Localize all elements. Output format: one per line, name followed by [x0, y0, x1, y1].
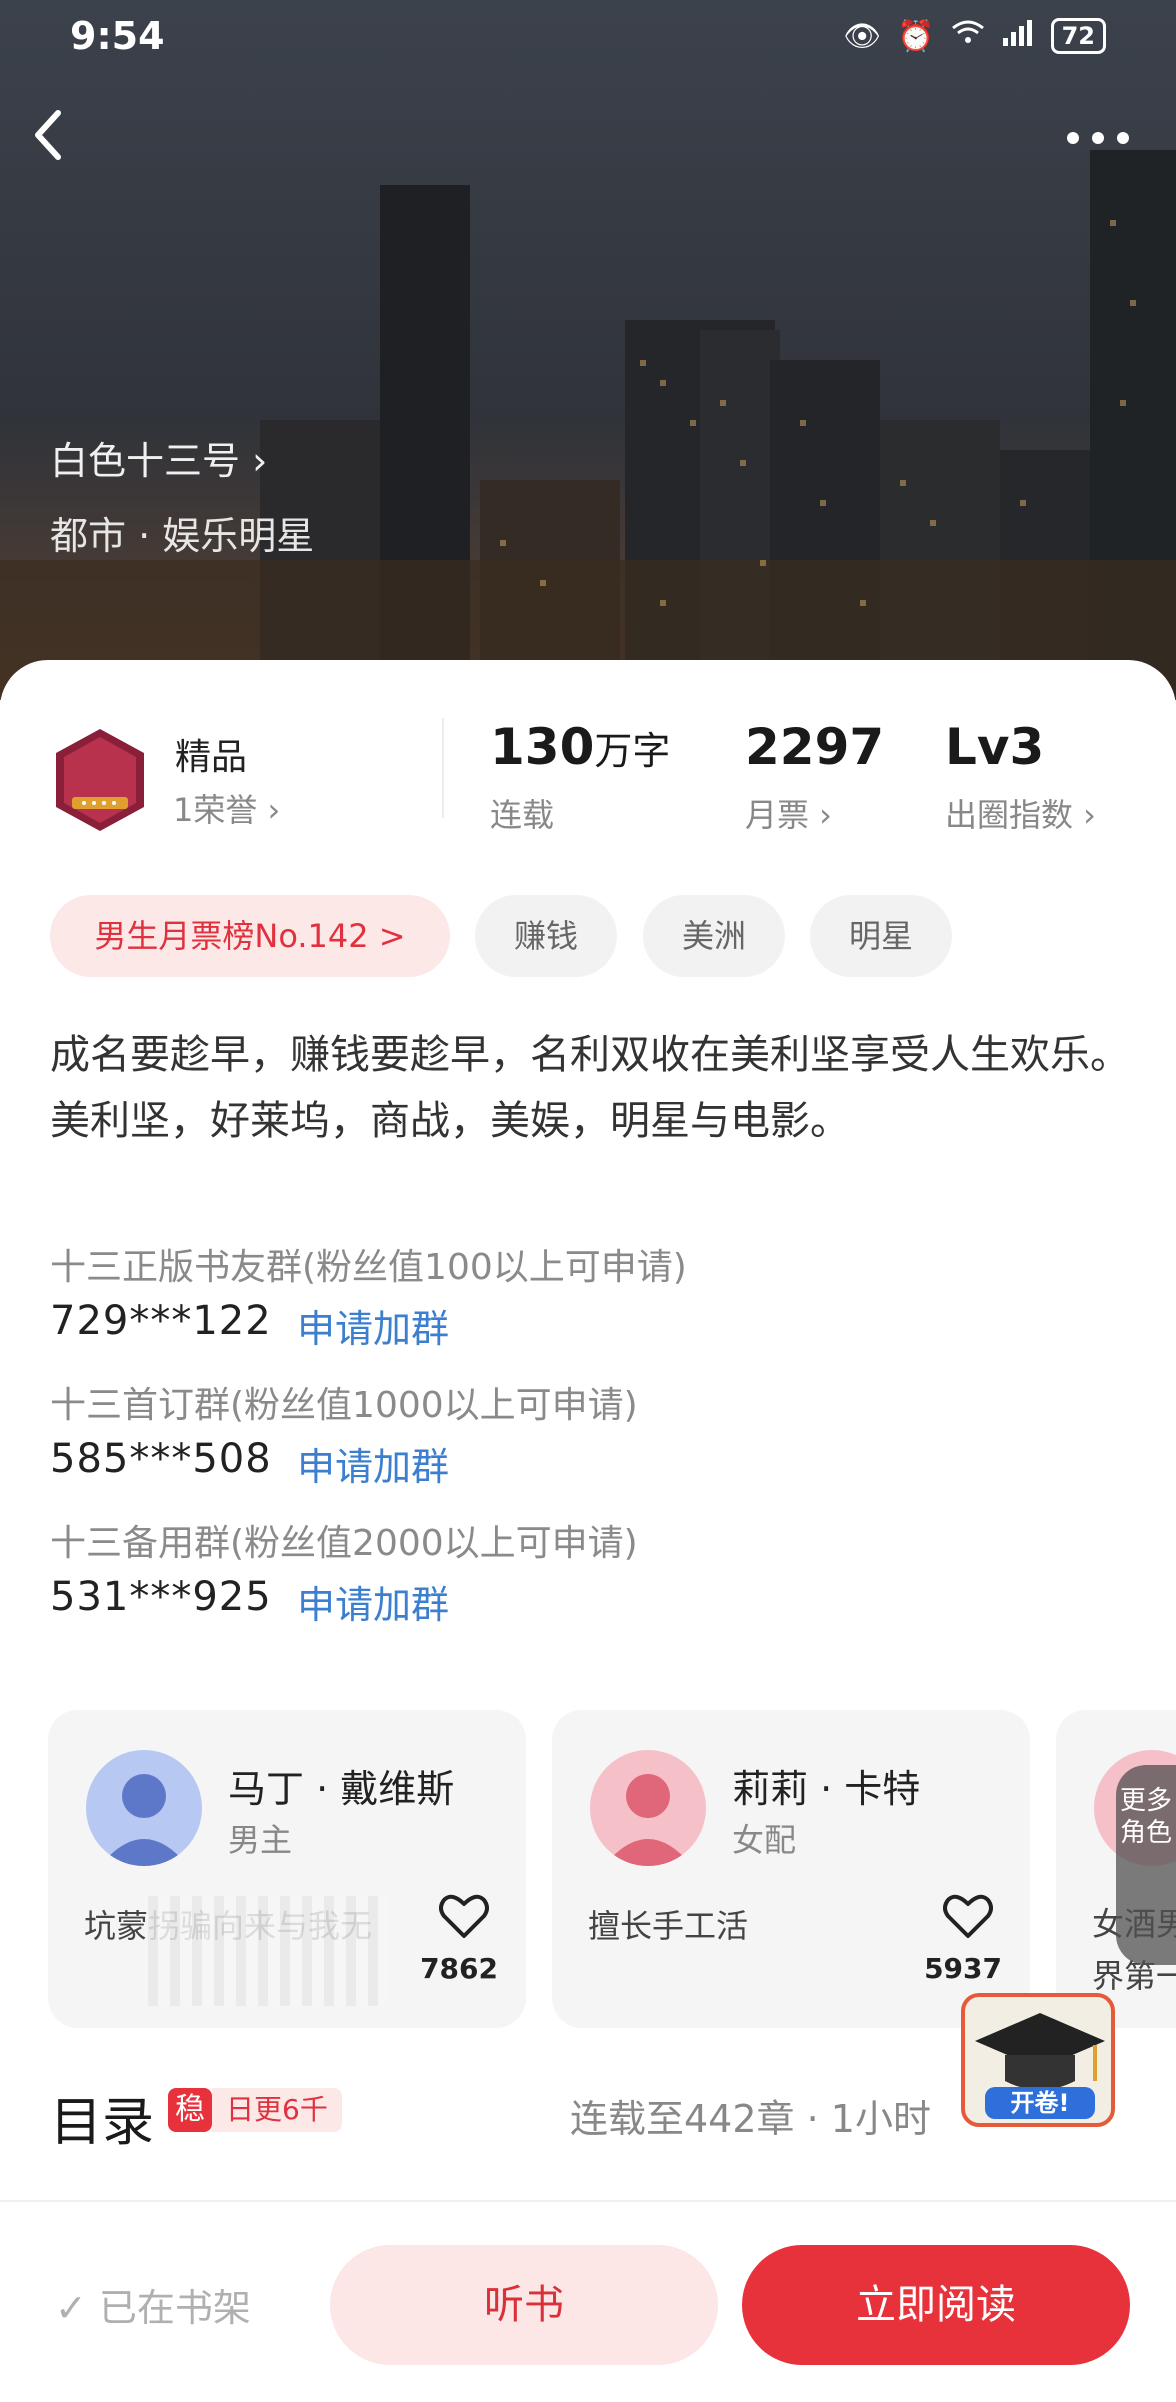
tag-chip[interactable]: 明星: [810, 895, 952, 977]
character-description: 擅长手工活: [588, 1907, 749, 1945]
description-line: 美利坚，好莱坞，商战，美娱，明星与电影。: [50, 1098, 850, 1144]
read-now-button[interactable]: 立即阅读: [742, 2245, 1130, 2365]
character-card[interactable]: 莉莉 · 卡特 女配 擅长手工活 5937: [552, 1710, 1030, 2028]
group-number: 531***925: [50, 1574, 272, 1620]
more-roles-button[interactable]: 更多角色: [1116, 1765, 1176, 1965]
tag-chip[interactable]: 赚钱: [475, 895, 617, 977]
word-count-label: 连载: [490, 796, 555, 834]
update-badge: 稳 日更6千: [168, 2088, 342, 2132]
group-label: 十三正版书友群(粉丝值100以上可申请): [50, 1247, 687, 1288]
character-card[interactable]: 马丁 · 戴维斯 男主 坑蒙拐骗向来与我无 7862: [48, 1710, 526, 2028]
popularity-level-value: Lv3: [945, 718, 1045, 776]
in-bookshelf-status[interactable]: ✓ 已在书架: [55, 2277, 251, 2332]
more-options-button[interactable]: [1066, 112, 1146, 162]
premium-channel-badge-icon: [50, 725, 150, 835]
group-number: 585***508: [50, 1436, 272, 1482]
word-count-stat: 130万字: [490, 718, 670, 776]
heart-icon[interactable]: [942, 1892, 994, 1940]
toc-title[interactable]: 目录: [50, 2080, 154, 2155]
chevron-left-icon: [35, 110, 61, 160]
monthly-tickets-link[interactable]: 月票 ›: [745, 790, 832, 836]
character-role: 男主: [228, 1821, 293, 1859]
status-time: 9:54: [70, 14, 165, 58]
status-bar: 9:54 👁 ⏰ 72: [0, 0, 1176, 80]
honor-link[interactable]: 1荣誉 ›: [173, 785, 280, 831]
character-name: 莉莉 · 卡特: [732, 1767, 921, 1811]
status-icons: 👁 ⏰ 72: [843, 18, 1106, 54]
rank-tag[interactable]: 男生月票榜No.142 >: [50, 895, 450, 977]
book-genre: 都市 · 娱乐明星: [50, 514, 315, 558]
battery-indicator: 72: [1050, 18, 1106, 54]
listen-button[interactable]: 听书: [330, 2245, 718, 2365]
word-count-value: 130: [490, 718, 595, 776]
book-description: 成名要趁早，赚钱要趁早，名利双收在美利坚享受人生欢乐。 美利坚，好莱坞，商战，美…: [50, 1022, 1140, 1154]
word-count-unit: 万字: [594, 729, 671, 773]
heart-icon[interactable]: [438, 1892, 490, 1940]
character-avatar: [86, 1750, 202, 1866]
promo-label: 开卷!: [1011, 2089, 1070, 2117]
group-number: 729***122: [50, 1298, 272, 1344]
alarm-icon: ⏰: [897, 18, 935, 54]
eye-icon: 👁: [843, 18, 882, 54]
like-count: 5937: [924, 1952, 1002, 1985]
back-button[interactable]: [28, 105, 88, 175]
stats-divider: [442, 718, 444, 818]
cover-background: 9:54 👁 ⏰ 72 白色十三号 › 都市 · 娱乐明星: [0, 0, 1176, 700]
wifi-icon: [951, 18, 985, 54]
description-line: 成名要趁早，赚钱要趁早，名利双收在美利坚享受人生欢乐。: [50, 1032, 1130, 1078]
toc-status[interactable]: 连载至442章 · 1小时: [570, 2088, 931, 2143]
character-name: 马丁 · 戴维斯: [228, 1767, 455, 1811]
join-group-link[interactable]: 申请加群: [297, 1298, 449, 1353]
character-avatar: [590, 1750, 706, 1866]
tag-chip[interactable]: 美洲: [643, 895, 785, 977]
monthly-tickets-value: 2297: [745, 718, 885, 776]
graduation-cap-promo-icon[interactable]: 开卷!: [955, 1985, 1125, 2135]
daily-update-badge: 日更6千: [212, 2088, 342, 2132]
character-role: 女配: [732, 1821, 797, 1859]
join-group-link[interactable]: 申请加群: [297, 1574, 449, 1629]
join-group-link[interactable]: 申请加群: [297, 1436, 449, 1491]
city-skyline-image: [0, 0, 1176, 700]
like-count: 7862: [420, 1952, 498, 1985]
more-dots-icon: [1067, 132, 1129, 144]
group-label: 十三备用群(粉丝值2000以上可申请): [50, 1523, 638, 1564]
blurred-overlay: [148, 1896, 388, 2006]
stable-update-badge: 稳: [168, 2088, 212, 2132]
quality-label: 精品: [175, 737, 248, 778]
author-link[interactable]: 白色十三号 ›: [50, 430, 267, 485]
signal-icon: [1001, 18, 1035, 54]
group-label: 十三首订群(粉丝值1000以上可申请): [50, 1385, 638, 1426]
popularity-index-link[interactable]: 出圈指数 ›: [945, 790, 1096, 836]
